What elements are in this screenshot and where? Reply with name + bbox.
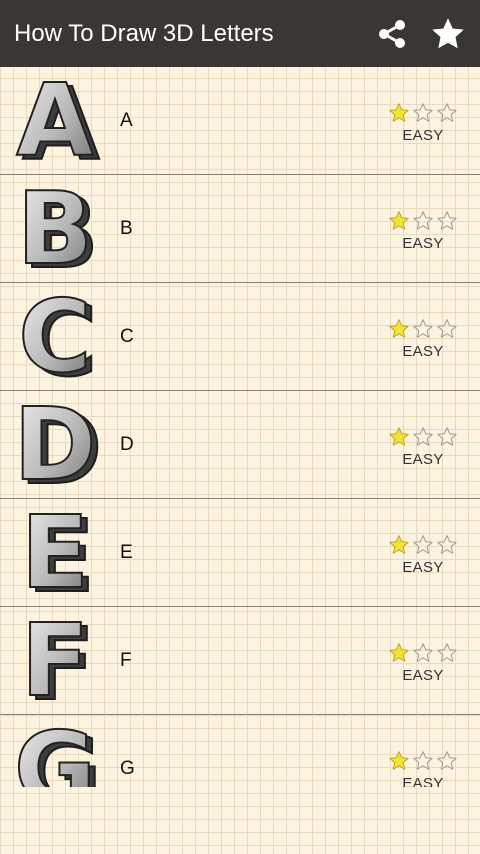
star-filled-icon [389,750,409,770]
letter-e-icon: EE [20,505,96,601]
star-outline-icon [413,102,433,122]
difficulty-rating: EASY [383,210,463,252]
difficulty-label: EASY [402,342,444,360]
lesson-list[interactable]: AA A EASY BB B EASY CC C EASY DD D EASY … [0,67,480,787]
svg-text:E: E [21,505,89,601]
star-outline-icon [413,210,433,230]
star-outline-icon [413,642,433,662]
star-outline-icon [437,210,457,230]
list-item-g[interactable]: GG G EASY [0,715,480,787]
app-title: How To Draw 3D Letters [14,19,274,47]
share-icon [379,19,405,48]
letter-label: F [120,649,132,671]
letter-b-icon: BB [16,181,100,277]
letter-d-icon: DD [12,397,103,493]
letter-g-icon: GG [13,721,103,788]
letter-label: C [120,325,134,347]
letter-thumbnail: AA [6,71,106,171]
difficulty-rating: EASY [383,102,463,144]
letter-label: G [120,757,135,779]
letter-f-icon: FF [20,613,96,709]
star-outline-icon [437,534,457,554]
rating-stars [387,210,459,232]
star-filled-icon [389,102,409,122]
difficulty-label: EASY [402,666,444,684]
difficulty-rating: EASY [383,750,463,788]
svg-text:A: A [16,73,93,169]
letter-a-icon: AA [15,73,100,169]
rating-stars [387,102,459,124]
letter-label: D [120,433,134,455]
star-outline-icon [437,318,457,338]
letter-label: E [120,541,133,563]
share-button[interactable] [368,10,416,58]
svg-text:F: F [21,613,89,709]
difficulty-label: EASY [402,450,444,468]
letter-label: A [120,109,133,131]
difficulty-rating: EASY [383,534,463,576]
star-filled-icon [389,318,409,338]
star-outline-icon [437,102,457,122]
difficulty-label: EASY [402,558,444,576]
star-filled-icon [389,426,409,446]
letter-thumbnail: BB [6,179,106,279]
rating-stars [387,750,459,772]
difficulty-rating: EASY [383,426,463,468]
rating-stars [387,426,459,448]
list-item-d[interactable]: DD D EASY [0,391,480,499]
list-item-b[interactable]: BB B EASY [0,175,480,283]
svg-text:B: B [17,181,93,277]
list-item-c[interactable]: CC C EASY [0,283,480,391]
list-item-f[interactable]: FF F EASY [0,607,480,715]
letter-thumbnail: EE [6,503,106,603]
letter-thumbnail: FF [6,611,106,711]
difficulty-rating: EASY [383,318,463,360]
star-outline-icon [413,318,433,338]
star-outline-icon [413,750,433,770]
star-filled-icon [389,534,409,554]
letter-thumbnail: CC [6,287,106,387]
star-outline-icon [437,750,457,770]
star-icon [432,17,464,48]
star-filled-icon [389,642,409,662]
svg-text:C: C [18,289,91,385]
rating-stars [387,642,459,664]
rating-stars [387,318,459,340]
favorite-button[interactable] [424,10,472,58]
star-outline-icon [437,642,457,662]
difficulty-label: EASY [402,234,444,252]
star-outline-icon [437,426,457,446]
difficulty-label: EASY [402,774,444,788]
svg-text:G: G [14,721,96,788]
rating-stars [387,534,459,556]
list-item-e[interactable]: EE E EASY [0,499,480,607]
letter-label: B [120,217,133,239]
list-item-a[interactable]: AA A EASY [0,67,480,175]
letter-thumbnail: DD [6,395,106,495]
bottom-area [0,787,480,854]
star-filled-icon [389,210,409,230]
difficulty-rating: EASY [383,642,463,684]
difficulty-label: EASY [402,126,444,144]
letter-c-icon: CC [17,289,98,385]
star-outline-icon [413,534,433,554]
letter-thumbnail: GG [6,719,106,788]
app-bar: How To Draw 3D Letters [0,0,480,67]
star-outline-icon [413,426,433,446]
svg-text:D: D [13,397,96,493]
